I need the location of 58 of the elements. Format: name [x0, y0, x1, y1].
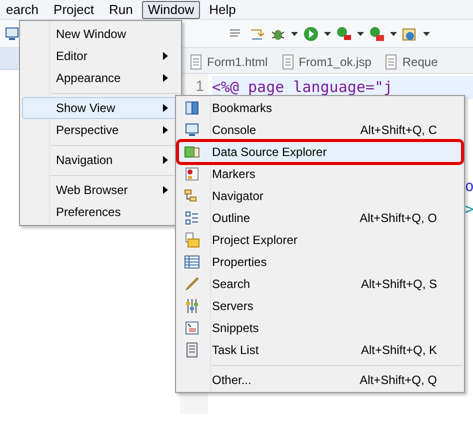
sliders-icon [184, 298, 200, 314]
menu-item[interactable]: Servers [178, 295, 462, 317]
caret-icon [423, 32, 430, 36]
submenu-arrow-icon [163, 74, 168, 82]
run-icon [303, 26, 319, 42]
code-fragment: > [464, 198, 473, 220]
menu-item[interactable]: Navigation [22, 149, 179, 171]
caret-icon [357, 32, 364, 36]
editor-tab[interactable]: Reque [383, 51, 438, 73]
folder-icon [184, 232, 200, 248]
task-list-icon [184, 342, 200, 358]
submenu-arrow-icon [163, 186, 168, 194]
menu-item[interactable]: Snippets [178, 317, 462, 339]
caret-icon [291, 32, 298, 36]
menu-item[interactable]: Appearance [22, 67, 179, 89]
editor-tab[interactable]: From1_ok.jsp [280, 51, 372, 73]
menu-bar-item[interactable]: Window [142, 0, 200, 18]
menu-item[interactable]: Preferences [22, 201, 179, 223]
menu-item[interactable]: Web Browser [22, 179, 179, 201]
menu-bar-item[interactable]: Help [203, 0, 242, 18]
menu-item[interactable]: Perspective [22, 119, 179, 141]
document-icon [280, 54, 296, 70]
run-external-icon [336, 26, 352, 42]
document-icon [188, 54, 204, 70]
submenu-arrow-icon [163, 52, 168, 60]
menu-bar-item[interactable]: Project [48, 0, 100, 18]
menu-item[interactable]: Project Explorer [178, 229, 462, 251]
menu-item[interactable]: Properties [178, 251, 462, 273]
monitor-icon [184, 122, 200, 138]
stop-icon [369, 26, 385, 42]
table-icon [184, 254, 200, 270]
menu-bar-item[interactable]: Run [103, 0, 139, 18]
outline-icon [184, 210, 200, 226]
document-icon [383, 54, 400, 70]
submenu-arrow-icon [163, 104, 168, 112]
caret-icon [324, 32, 331, 36]
menu-item[interactable]: Data Source Explorer [178, 141, 462, 163]
menu-item[interactable]: Bookmarks [178, 97, 462, 119]
menu-item[interactable]: Editor [22, 45, 179, 67]
line-number: 1 [196, 77, 204, 97]
snippet-icon [184, 320, 200, 336]
monitor-icon [4, 26, 20, 42]
book-icon [184, 100, 200, 116]
menu-item[interactable]: Markers [178, 163, 462, 185]
menu-item[interactable]: Navigator [178, 185, 462, 207]
editor-tab[interactable]: Form1.html [188, 51, 268, 73]
menu-item[interactable]: Task List Alt+Shift+Q, K [178, 339, 462, 361]
menu-item[interactable]: Other... Alt+Shift+Q, Q [178, 369, 462, 391]
marker-icon [184, 166, 200, 182]
menu-item[interactable]: New Window [22, 23, 179, 45]
menu-bar-item[interactable]: earch [0, 0, 45, 18]
menu-item[interactable]: Search Alt+Shift+Q, S [178, 273, 462, 295]
caret-icon [390, 32, 397, 36]
menu-item[interactable]: Outline Alt+Shift+Q, O [178, 207, 462, 229]
submenu-arrow-icon [163, 156, 168, 164]
menu-item[interactable]: Console Alt+Shift+Q, C [178, 119, 462, 141]
code-fragment: o [464, 176, 473, 196]
submenu-arrow-icon [163, 126, 168, 134]
